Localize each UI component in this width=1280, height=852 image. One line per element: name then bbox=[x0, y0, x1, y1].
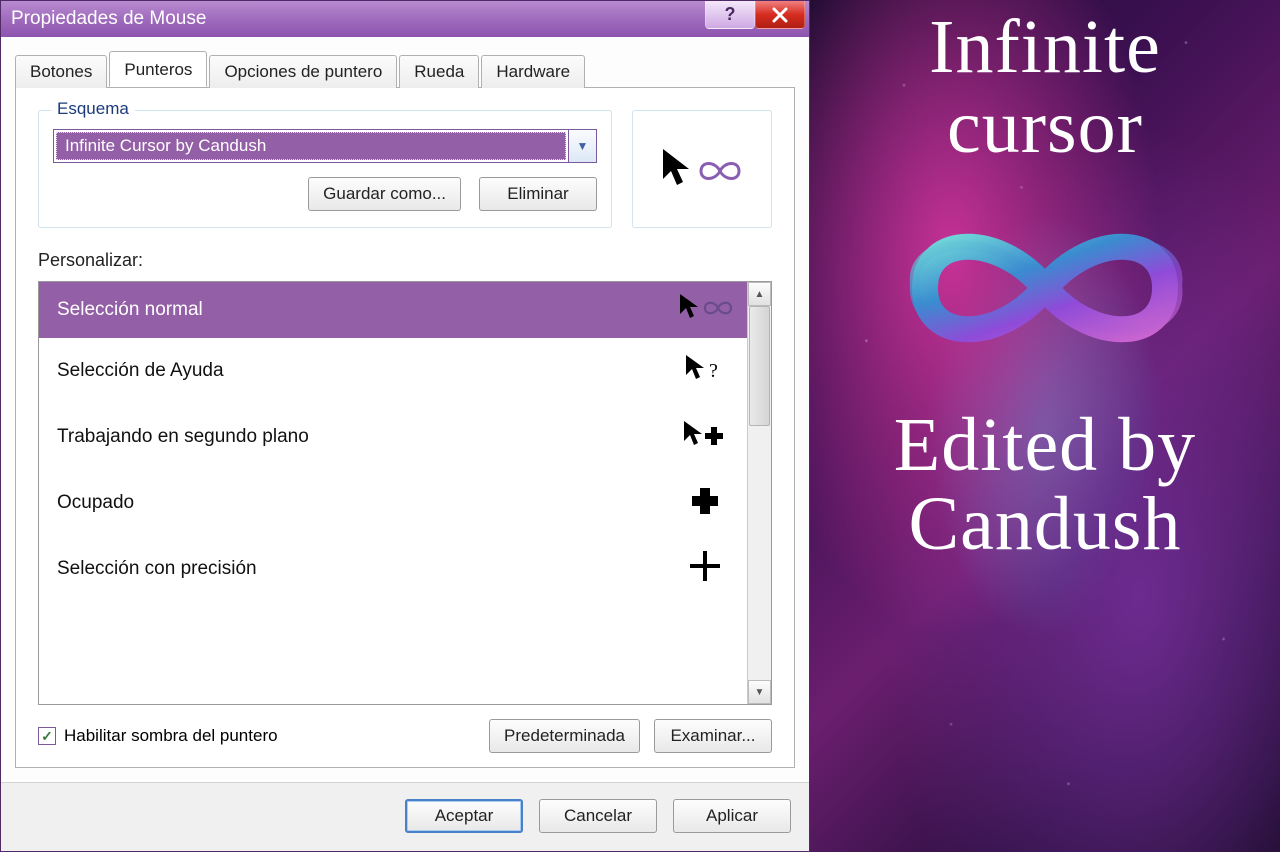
promo-credit: Edited by Candush bbox=[894, 406, 1196, 566]
tab-punteros[interactable]: Punteros bbox=[109, 51, 207, 87]
titlebar-buttons: ? bbox=[705, 1, 805, 29]
titlebar[interactable]: Propiedades de Mouse ? bbox=[1, 1, 809, 37]
bottom-row: ✓ Habilitar sombra del puntero Predeterm… bbox=[38, 719, 772, 753]
list-item-label: Trabajando en segundo plano bbox=[57, 426, 309, 448]
window-title: Propiedades de Mouse bbox=[11, 8, 206, 30]
mouse-properties-window: Propiedades de Mouse ? Botones Punteros … bbox=[0, 0, 810, 852]
scheme-group-label: Esquema bbox=[51, 99, 135, 119]
promo-line2: cursor bbox=[947, 85, 1143, 169]
help-button[interactable]: ? bbox=[705, 1, 755, 29]
apply-button[interactable]: Aplicar bbox=[673, 799, 791, 833]
scheme-group: Esquema Infinite Cursor by Candush ▼ Gua… bbox=[38, 110, 612, 228]
cursor-arrow-help-icon: ? bbox=[677, 353, 733, 390]
chevron-down-icon[interactable]: ▼ bbox=[568, 130, 596, 162]
close-button[interactable] bbox=[755, 1, 805, 29]
infinity-icon bbox=[855, 188, 1235, 388]
list-item-label: Selección de Ayuda bbox=[57, 360, 224, 382]
scrollbar[interactable]: ▲ ▼ bbox=[747, 282, 771, 704]
promo-line1: Infinite bbox=[929, 5, 1161, 89]
list-item[interactable]: Trabajando en segundo plano bbox=[39, 404, 747, 470]
list-item-label: Selección normal bbox=[57, 299, 203, 321]
scroll-track[interactable] bbox=[748, 306, 771, 680]
cursor-preview bbox=[632, 110, 772, 228]
shadow-checkbox-label: Habilitar sombra del puntero bbox=[64, 726, 278, 746]
personalize-label: Personalizar: bbox=[38, 250, 772, 271]
cursor-list: Selección normal Selección de Ayuda ? Tr… bbox=[38, 281, 772, 705]
promo-panel: Infinite cursor Edited by Candush bbox=[810, 0, 1280, 852]
list-item[interactable]: Selección normal bbox=[39, 282, 747, 338]
scroll-down-icon[interactable]: ▼ bbox=[748, 680, 771, 704]
save-as-button[interactable]: Guardar como... bbox=[308, 177, 461, 211]
cursor-precision-icon bbox=[677, 549, 733, 590]
cursor-busy-icon bbox=[677, 485, 733, 522]
tab-body: Esquema Infinite Cursor by Candush ▼ Gua… bbox=[15, 87, 795, 768]
dialog-buttons: Aceptar Cancelar Aplicar bbox=[1, 782, 809, 851]
cursor-arrow-infinity-icon bbox=[677, 292, 733, 329]
checkbox-box: ✓ bbox=[38, 727, 56, 745]
tab-opciones[interactable]: Opciones de puntero bbox=[209, 55, 397, 88]
svg-text:?: ? bbox=[709, 360, 718, 382]
scroll-thumb[interactable] bbox=[749, 306, 770, 426]
scheme-row: Esquema Infinite Cursor by Candush ▼ Gua… bbox=[38, 110, 772, 228]
promo-line3: Edited by bbox=[894, 403, 1196, 487]
cursor-list-inner: Selección normal Selección de Ayuda ? Tr… bbox=[39, 282, 747, 704]
cursor-arrow-busy-icon bbox=[677, 419, 733, 456]
scroll-up-icon[interactable]: ▲ bbox=[748, 282, 771, 306]
promo-title: Infinite cursor bbox=[929, 8, 1161, 168]
cancel-button[interactable]: Cancelar bbox=[539, 799, 657, 833]
client-area: Botones Punteros Opciones de puntero Rue… bbox=[1, 37, 809, 782]
list-item[interactable]: Selección de Ayuda ? bbox=[39, 338, 747, 404]
scheme-dropdown[interactable]: Infinite Cursor by Candush ▼ bbox=[53, 129, 597, 163]
default-button[interactable]: Predeterminada bbox=[489, 719, 640, 753]
tab-strip: Botones Punteros Opciones de puntero Rue… bbox=[15, 51, 795, 87]
tab-rueda[interactable]: Rueda bbox=[399, 55, 479, 88]
ok-button[interactable]: Aceptar bbox=[405, 799, 523, 833]
promo-line4: Candush bbox=[908, 482, 1181, 566]
browse-button[interactable]: Examinar... bbox=[654, 719, 772, 753]
list-item-label: Selección con precisión bbox=[57, 558, 257, 580]
list-item-label: Ocupado bbox=[57, 492, 134, 514]
list-item[interactable]: Ocupado bbox=[39, 470, 747, 536]
shadow-checkbox[interactable]: ✓ Habilitar sombra del puntero bbox=[38, 726, 278, 746]
tab-hardware[interactable]: Hardware bbox=[481, 55, 585, 88]
delete-button[interactable]: Eliminar bbox=[479, 177, 597, 211]
tab-botones[interactable]: Botones bbox=[15, 55, 107, 88]
scheme-selected: Infinite Cursor by Candush bbox=[56, 132, 566, 160]
list-item[interactable]: Selección con precisión bbox=[39, 536, 747, 602]
